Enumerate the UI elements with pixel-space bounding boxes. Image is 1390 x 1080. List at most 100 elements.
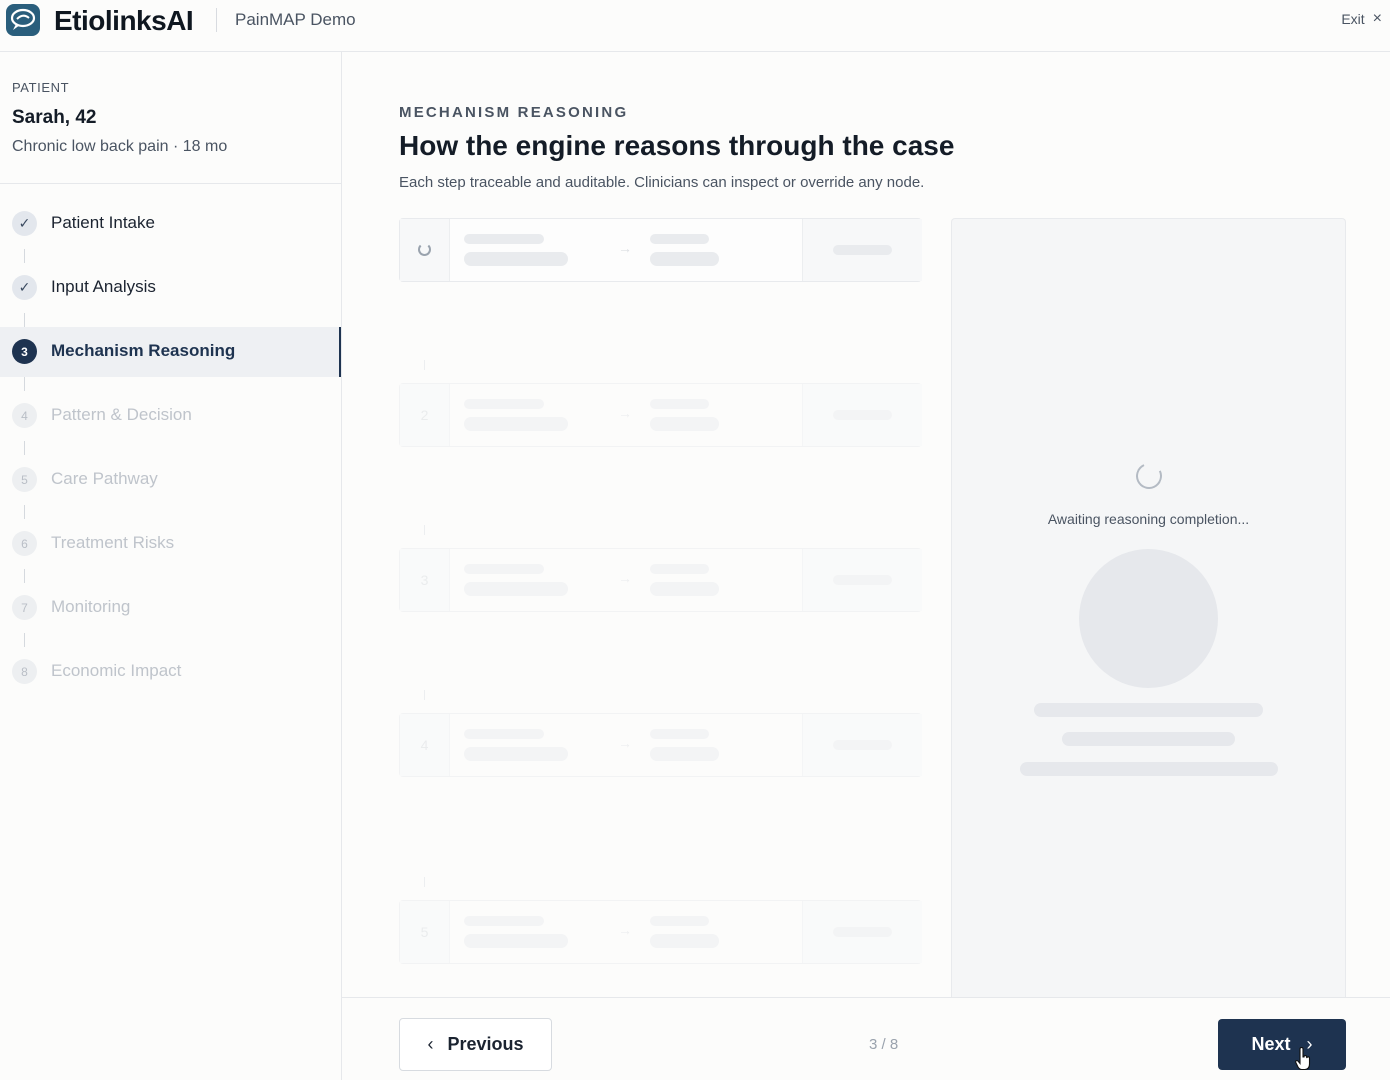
skeleton-line <box>650 234 709 244</box>
step-connector <box>24 441 25 455</box>
skeleton-line <box>650 582 719 596</box>
reasoning-node[interactable]: 5 → <box>399 900 922 964</box>
step-label: Monitoring <box>51 597 131 616</box>
hand-cursor-icon <box>1295 1047 1311 1071</box>
loading-spinner-icon <box>1132 459 1166 493</box>
reasoning-node[interactable]: 2 → <box>399 383 922 447</box>
skeleton-line <box>833 927 892 937</box>
brand-name: EtiolinksAI <box>54 5 194 36</box>
skeleton-line <box>464 729 544 739</box>
step-pattern-decision[interactable]: 4 Pattern & Decision <box>0 391 341 441</box>
step-number-badge: 5 <box>12 467 37 492</box>
step-label: Economic Impact <box>51 661 182 680</box>
node-status-cell <box>802 549 922 611</box>
step-patient-intake[interactable]: ✓ Patient Intake <box>0 199 341 249</box>
skeleton-line <box>1062 732 1235 746</box>
step-mechanism-reasoning[interactable]: 3 Mechanism Reasoning <box>0 327 341 377</box>
patient-name: Sarah, 42 <box>12 107 97 128</box>
skeleton-line <box>1020 762 1278 776</box>
page-counter: 3 / 8 <box>869 1036 899 1053</box>
node-index: 4 <box>400 714 450 776</box>
arrow-right-icon: → <box>618 405 632 421</box>
skeleton-line <box>650 747 719 761</box>
skeleton-line <box>464 234 544 244</box>
reasoning-node-loading[interactable]: → <box>399 218 922 282</box>
skeleton-line <box>833 245 892 255</box>
node-connector <box>424 877 425 887</box>
node-connector <box>424 360 425 370</box>
footer-nav: ‹ Previous 3 / 8 Next › <box>342 997 1390 1080</box>
sidebar: PATIENT Sarah, 42 Chronic low back pain … <box>0 52 342 1080</box>
arrow-right-icon: → <box>618 570 632 586</box>
exit-button[interactable]: Exit × <box>1341 10 1382 28</box>
node-connector <box>424 690 425 700</box>
step-connector <box>24 569 25 583</box>
step-label: Mechanism Reasoning <box>51 341 236 360</box>
node-status-cell <box>802 714 922 776</box>
step-care-pathway[interactable]: 5 Care Pathway <box>0 455 341 505</box>
step-label: Input Analysis <box>51 277 156 296</box>
exit-label: Exit <box>1341 11 1365 27</box>
app-name: PainMAP Demo <box>235 10 356 29</box>
skeleton-line <box>650 417 719 431</box>
close-icon: × <box>1372 10 1382 27</box>
skeleton-line <box>650 564 709 574</box>
step-label: Care Pathway <box>51 469 158 488</box>
skeleton-line <box>650 399 709 409</box>
step-number-badge: 6 <box>12 531 37 556</box>
skeleton-line <box>650 934 719 948</box>
step-number-badge: 8 <box>12 659 37 684</box>
skeleton-line <box>833 740 892 750</box>
previous-button[interactable]: ‹ Previous <box>399 1018 552 1071</box>
skeleton-line <box>464 747 568 761</box>
skeleton-line <box>464 417 568 431</box>
reasoning-node[interactable]: 3 → <box>399 548 922 612</box>
node-connector <box>424 525 425 535</box>
next-label: Next <box>1251 1034 1291 1054</box>
check-icon: ✓ <box>12 211 37 236</box>
skeleton-line <box>464 399 544 409</box>
step-treatment-risks[interactable]: 6 Treatment Risks <box>0 519 341 569</box>
loading-spinner-icon <box>418 243 431 256</box>
reasoning-node[interactable]: 4 → <box>399 713 922 777</box>
step-monitoring[interactable]: 7 Monitoring <box>0 583 341 633</box>
reasoning-detail-panel: Awaiting reasoning completion... <box>951 218 1346 998</box>
node-index <box>400 219 450 281</box>
arrow-right-icon: → <box>618 735 632 751</box>
node-index: 5 <box>400 901 450 963</box>
node-status-cell <box>802 219 922 281</box>
skeleton-line <box>464 916 544 926</box>
patient-condition: Chronic low back pain · 18 mo <box>12 138 228 155</box>
skeleton-line <box>650 729 709 739</box>
skeleton-line <box>1034 703 1263 717</box>
skeleton-line <box>464 582 568 596</box>
node-status-cell <box>802 901 922 963</box>
step-connector <box>24 377 25 391</box>
step-connector <box>24 249 25 263</box>
arrow-right-icon: → <box>618 240 632 256</box>
step-label: Treatment Risks <box>51 533 175 552</box>
step-label: Pattern & Decision <box>51 405 192 424</box>
step-input-analysis[interactable]: ✓ Input Analysis <box>0 263 341 313</box>
top-bar: EtiolinksAI PainMAP Demo Exit × <box>0 0 1390 52</box>
panel-status-text: Awaiting reasoning completion... <box>1047 511 1250 527</box>
page-title: How the engine reasons through the case <box>399 130 955 161</box>
step-connector <box>24 633 25 647</box>
patient-label: PATIENT <box>12 80 70 95</box>
skeleton-line <box>833 410 892 420</box>
etiolinks-logo-icon <box>6 4 40 36</box>
skeleton-line <box>650 252 719 266</box>
step-connector <box>24 505 25 519</box>
step-economic-impact[interactable]: 8 Economic Impact <box>0 647 341 697</box>
node-index: 2 <box>400 384 450 446</box>
next-button[interactable]: Next › <box>1218 1019 1346 1070</box>
chevron-left-icon: ‹ <box>427 1034 434 1054</box>
arrow-right-icon: → <box>618 922 632 938</box>
sidebar-divider <box>0 183 341 184</box>
step-number-badge: 3 <box>12 339 37 364</box>
page-subtitle: Each step traceable and auditable. Clini… <box>399 174 925 191</box>
header-divider <box>216 8 217 32</box>
step-label: Patient Intake <box>51 213 155 232</box>
step-number-badge: 4 <box>12 403 37 428</box>
node-status-cell <box>802 384 922 446</box>
